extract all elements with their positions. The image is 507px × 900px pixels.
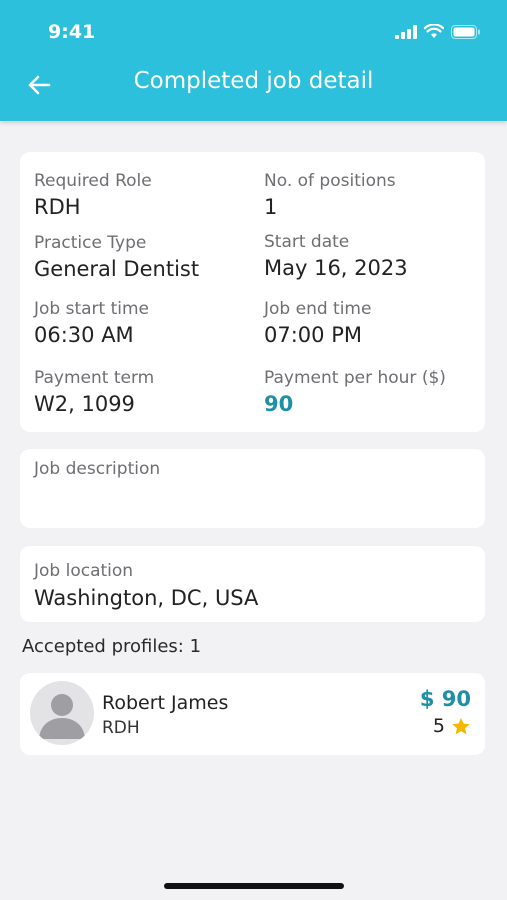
practice-type-value: General Dentist (34, 257, 200, 281)
job-end-value: 07:00 PM (264, 323, 362, 347)
profile-name: Robert James (102, 692, 229, 714)
start-date-value: May 16, 2023 (264, 256, 408, 280)
wifi-icon (424, 24, 444, 38)
job-location-label: Job location (34, 561, 134, 581)
signal-icon (395, 24, 417, 39)
status-time: 9:41 (48, 21, 96, 43)
required-role-value: RDH (34, 195, 81, 219)
star-icon (452, 717, 470, 734)
practice-type-label: Practice Type (34, 233, 147, 253)
profile-rating: 5 (433, 715, 471, 737)
avatar (30, 681, 94, 745)
payment-hour-value: 90 (264, 392, 294, 416)
status-icons (395, 24, 481, 39)
job-description-label: Job description (34, 459, 161, 479)
app-header: 9:41 Completed job detail (0, 0, 507, 121)
rating-value: 5 (432, 715, 445, 737)
profile-rate: $ 90 (419, 687, 471, 711)
payment-term-value: W2, 1099 (34, 392, 135, 416)
positions-label: No. of positions (264, 171, 396, 191)
job-location-card: Job location Washington, DC, USA (20, 546, 485, 622)
home-indicator (164, 883, 344, 889)
job-start-value: 06:30 AM (34, 323, 134, 347)
person-placeholder-icon (39, 694, 85, 739)
page-title: Completed job detail (133, 68, 374, 94)
job-location-value: Washington, DC, USA (34, 586, 259, 610)
job-start-label: Job start time (34, 299, 150, 319)
payment-term-label: Payment term (34, 368, 155, 388)
battery-icon (451, 24, 480, 39)
start-date-label: Start date (264, 232, 350, 252)
job-end-label: Job end time (264, 299, 372, 319)
required-role-label: Required Role (34, 171, 152, 191)
payment-hour-label: Payment per hour ($) (264, 368, 446, 388)
accepted-profiles-title: Accepted profiles: 1 (22, 636, 202, 657)
job-details-card: Required Role RDH No. of positions 1 Pra… (20, 152, 485, 432)
profile-role: RDH (102, 718, 140, 738)
job-description-card: Job description (20, 449, 485, 528)
positions-value: 1 (264, 195, 278, 219)
profile-card[interactable]: Robert James RDH $ 90 5 (20, 673, 485, 755)
